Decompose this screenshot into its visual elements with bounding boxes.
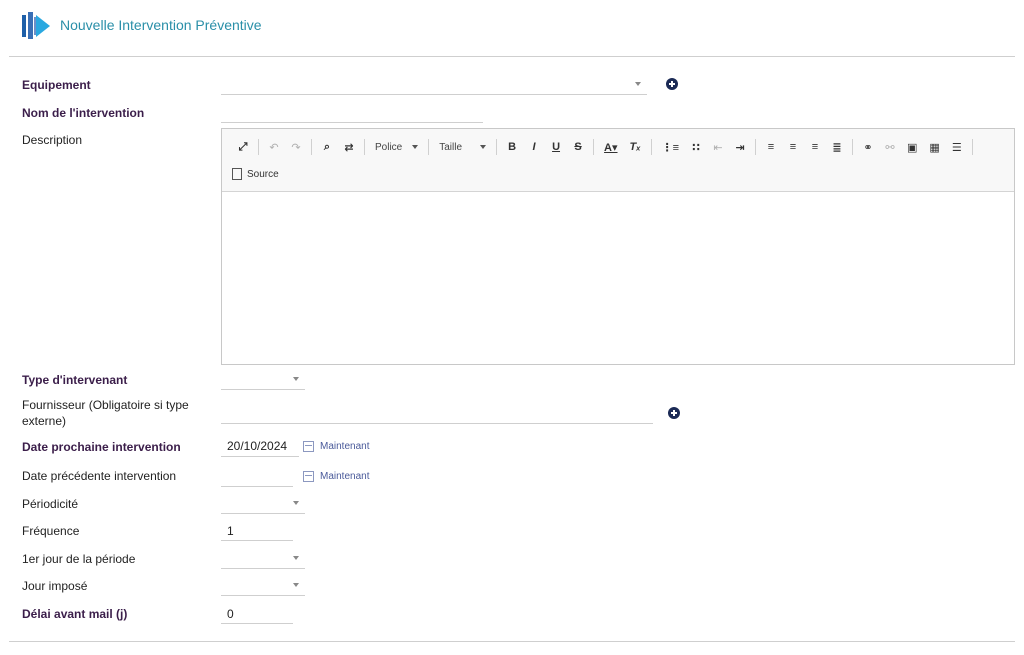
table-icon[interactable]: ▦ <box>929 141 939 154</box>
bold-icon[interactable]: B <box>507 141 517 153</box>
nom-intervention-input[interactable] <box>221 104 483 123</box>
periodicite-select[interactable] <box>221 495 305 514</box>
now-link-label: Maintenant <box>320 471 370 482</box>
fournisseur-label: Fournisseur (Obligatoire si type externe… <box>22 398 189 428</box>
chevron-down-icon <box>293 501 299 505</box>
equipement-label: Equipement <box>22 78 91 92</box>
toolbar-row-2: Source <box>232 165 279 183</box>
indent-icon[interactable]: ⇥ <box>735 141 745 154</box>
source-label: Source <box>247 168 279 180</box>
chevron-down-icon <box>293 583 299 587</box>
date-prochaine-now-link[interactable]: Maintenant <box>303 441 369 452</box>
italic-icon[interactable]: I <box>529 141 539 153</box>
calendar-icon <box>303 471 314 482</box>
description-label: Description <box>22 133 83 147</box>
type-intervenant-label: Type d'intervenant <box>22 373 128 387</box>
fournisseur-input[interactable] <box>221 405 653 424</box>
unlink-icon[interactable]: ⚯ <box>885 141 895 154</box>
replace-icon[interactable]: ⇄ <box>344 141 354 154</box>
image-icon[interactable]: ▣ <box>907 141 917 154</box>
bulleted-list-icon[interactable]: ∷ <box>691 141 701 154</box>
chevron-down-icon <box>635 82 641 86</box>
remove-format-icon[interactable]: Tₓ <box>630 141 641 153</box>
chevron-down-icon <box>293 556 299 560</box>
premier-jour-label: 1er jour de la période <box>22 552 136 566</box>
underline-icon[interactable]: U <box>551 141 561 153</box>
strikethrough-icon[interactable]: S <box>573 141 583 153</box>
equipement-select[interactable] <box>221 76 647 95</box>
periodicite-label: Périodicité <box>22 497 79 511</box>
app-logo-icon <box>20 11 52 39</box>
rich-text-editor[interactable]: ⤢ ↶ ↷ ⌕ ⇄ Police Taille B I U S A▾ Tₓ ⋮≡… <box>221 128 1015 365</box>
add-equipement-icon[interactable] <box>666 78 678 90</box>
horizontal-rule-icon[interactable]: ☰ <box>952 141 962 154</box>
footer-divider <box>9 641 1015 642</box>
font-size-select[interactable]: Taille <box>439 141 487 153</box>
delai-mail-input[interactable]: 0 <box>221 605 293 624</box>
chevron-down-icon <box>293 377 299 381</box>
type-intervenant-select[interactable] <box>221 371 305 390</box>
font-size-label: Taille <box>439 141 463 153</box>
font-family-select[interactable]: Police <box>375 141 419 153</box>
now-link-label: Maintenant <box>320 441 370 452</box>
editor-content-area[interactable] <box>222 192 1014 364</box>
calendar-icon <box>303 441 314 452</box>
jour-impose-label: Jour imposé <box>22 579 88 593</box>
find-icon[interactable]: ⌕ <box>322 141 332 154</box>
link-icon[interactable]: ⚭ <box>863 141 873 154</box>
font-family-label: Police <box>375 141 403 153</box>
frequence-label: Fréquence <box>22 524 80 538</box>
page-title: Nouvelle Intervention Préventive <box>60 17 262 33</box>
text-color-icon[interactable]: A▾ <box>604 141 617 154</box>
date-precedente-now-link[interactable]: Maintenant <box>303 471 369 482</box>
align-justify-icon[interactable]: ≣ <box>832 141 842 154</box>
page-header: Nouvelle Intervention Préventive <box>20 10 262 40</box>
frequence-input[interactable]: 1 <box>221 522 293 541</box>
date-precedente-input[interactable] <box>221 468 293 487</box>
numbered-list-icon[interactable]: ⋮≡ <box>662 141 679 154</box>
nom-intervention-label: Nom de l'intervention <box>22 106 145 120</box>
align-right-icon[interactable]: ≡ <box>810 141 820 153</box>
align-left-icon[interactable]: ≡ <box>766 141 776 153</box>
source-icon <box>232 168 242 180</box>
maximize-icon[interactable]: ⤢ <box>238 141 248 154</box>
date-prochaine-label: Date prochaine intervention <box>22 440 181 454</box>
add-fournisseur-icon[interactable] <box>668 407 680 419</box>
toolbar-row-1: ⤢ ↶ ↷ ⌕ ⇄ Police Taille B I U S A▾ Tₓ ⋮≡… <box>232 138 977 156</box>
source-button[interactable]: Source <box>232 168 279 180</box>
outdent-icon[interactable]: ⇤ <box>713 141 723 154</box>
premier-jour-select[interactable] <box>221 550 305 569</box>
header-divider <box>9 56 1015 57</box>
redo-icon[interactable]: ↷ <box>291 141 301 154</box>
date-prochaine-input[interactable]: 20/10/2024 <box>221 438 299 457</box>
date-precedente-label: Date précédente intervention <box>22 469 177 483</box>
jour-impose-select[interactable] <box>221 577 305 596</box>
chevron-down-icon <box>480 145 487 149</box>
chevron-down-icon <box>412 145 419 149</box>
editor-toolbar: ⤢ ↶ ↷ ⌕ ⇄ Police Taille B I U S A▾ Tₓ ⋮≡… <box>222 129 1014 192</box>
delai-mail-label: Délai avant mail (j) <box>22 607 128 621</box>
align-center-icon[interactable]: ≡ <box>788 141 798 153</box>
undo-icon[interactable]: ↶ <box>269 141 279 154</box>
